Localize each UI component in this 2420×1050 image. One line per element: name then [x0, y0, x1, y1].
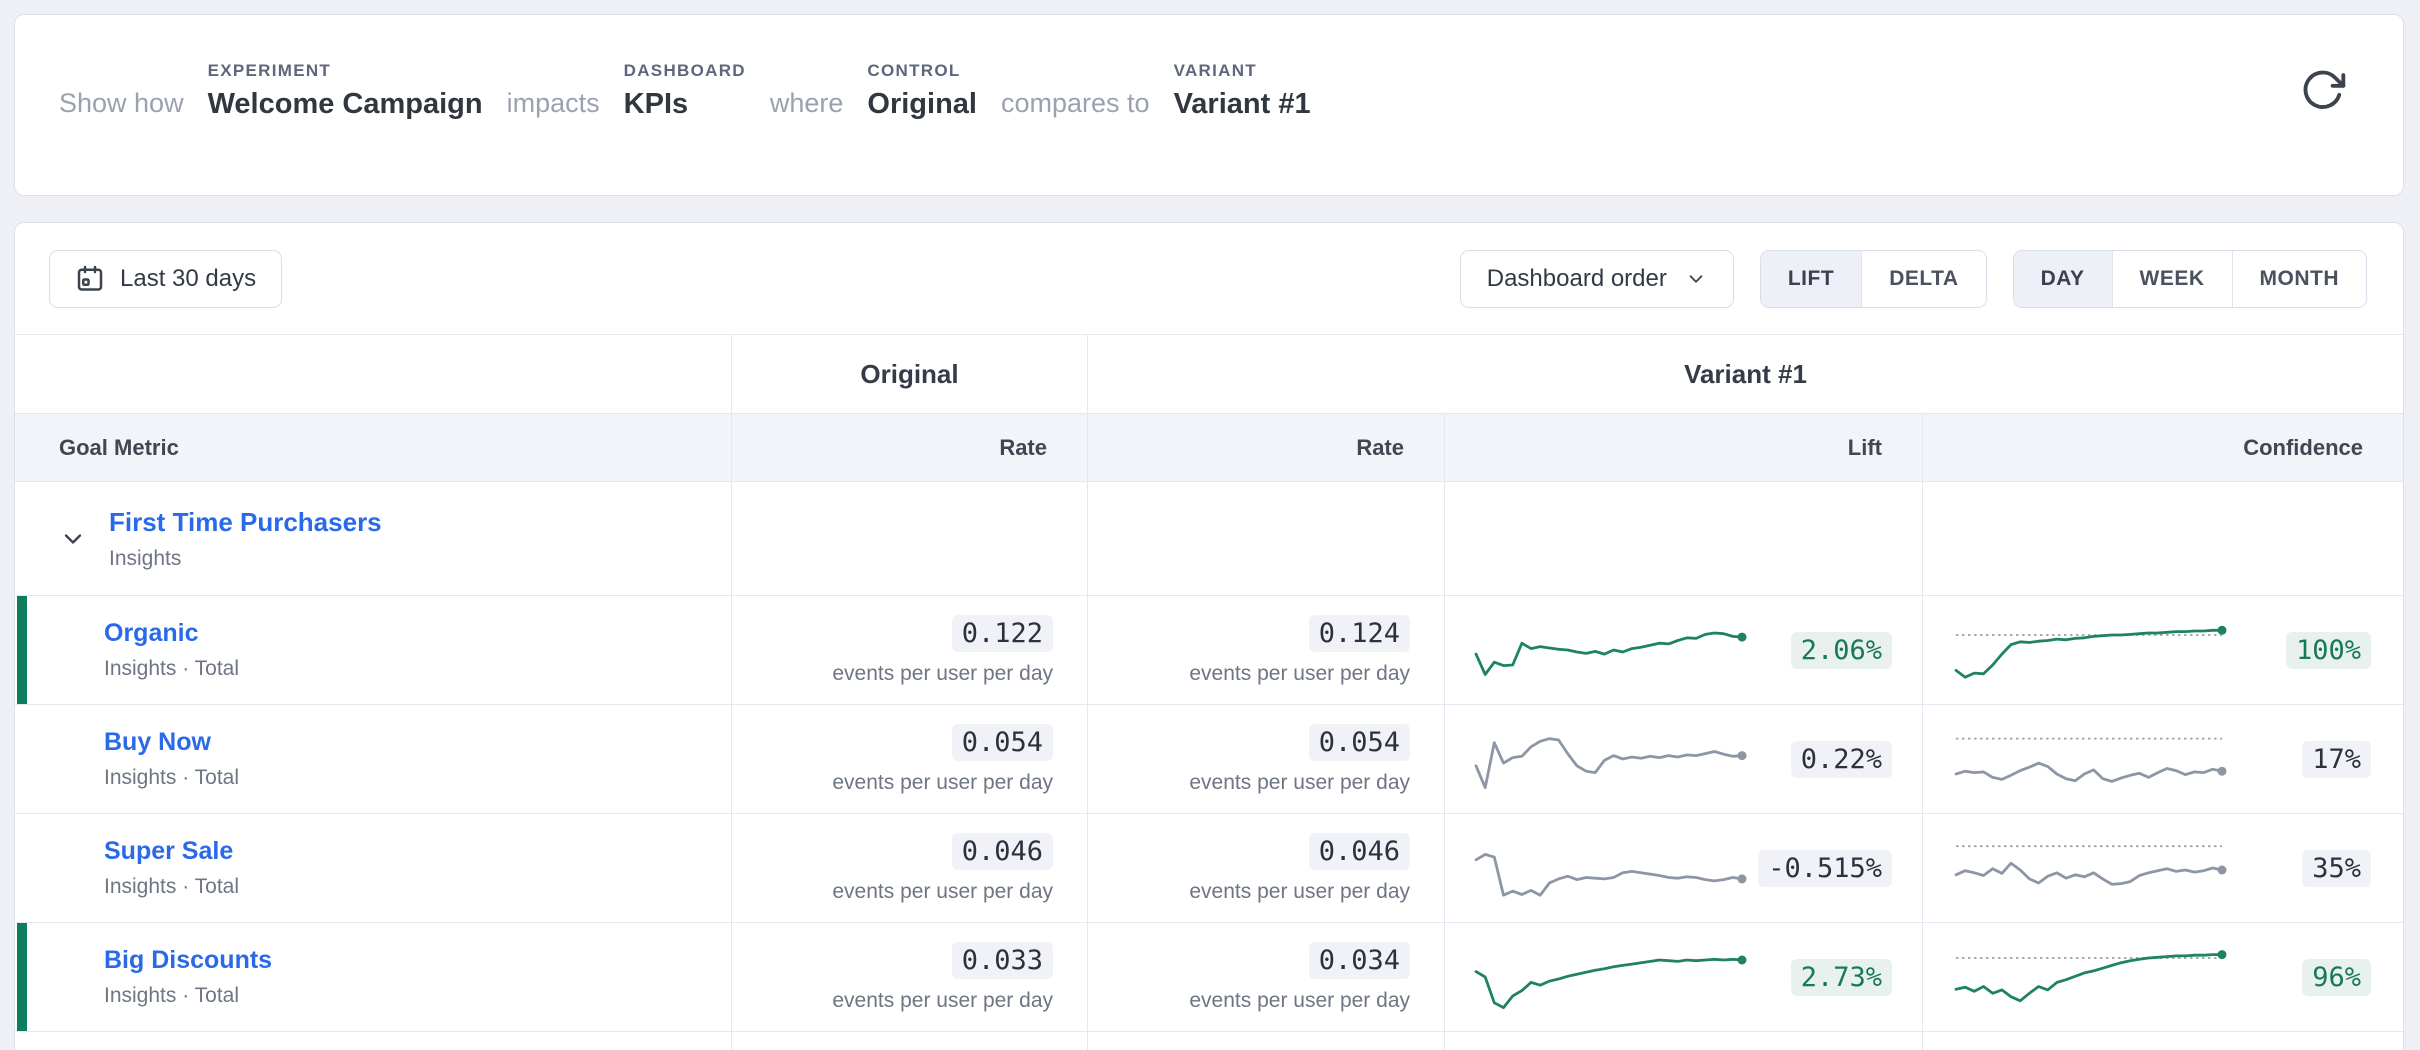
toggle-option-week[interactable]: WEEK [2112, 251, 2232, 307]
confidence-sparkline [1951, 720, 2227, 798]
variant-term-label: VARIANT [1174, 61, 1311, 81]
experiment-term[interactable]: EXPERIMENT Welcome Campaign [208, 61, 483, 121]
rate-unit: events per user per day [1189, 880, 1410, 904]
dashboard-term-value[interactable]: KPIs [624, 88, 746, 121]
lift-sparkline [1471, 720, 1747, 798]
experiment-sentence: Show how EXPERIMENT Welcome Campaign imp… [15, 15, 2403, 121]
report-card: Last 30 days Dashboard order LIFT DELTA … [14, 222, 2404, 1050]
confidence-sparkline [1951, 829, 2227, 907]
metric-subtitle: Insights · Total [104, 984, 731, 1008]
date-range-button[interactable]: Last 30 days [49, 250, 282, 308]
variant-rate-header: Rate [1088, 414, 1445, 481]
variant-column-header: Variant #1 [1088, 335, 2403, 413]
significance-highlight-bar [17, 923, 27, 1031]
variant-term-value[interactable]: Variant #1 [1174, 88, 1311, 121]
sentence-connector: Show how [59, 88, 184, 121]
confidence-header: Confidence [1923, 414, 2403, 481]
refresh-icon [2300, 67, 2346, 113]
metrics-table: Original Variant #1 Goal Metric Rate Rat… [15, 334, 2403, 1050]
confidence-sparkline [1951, 611, 2227, 689]
calendar-icon [75, 264, 105, 294]
metric-link[interactable]: Organic [104, 619, 198, 648]
significance-highlight-bar [17, 596, 27, 704]
metric-subtitle: Insights · Total [104, 766, 731, 790]
variant-rate-value: 0.054 [1309, 724, 1410, 761]
metric-subtitle: Insights · Total [104, 875, 731, 899]
lift-sparkline [1471, 829, 1747, 907]
metric-link[interactable]: Buy Now [104, 728, 211, 757]
lift-sparkline [1471, 611, 1747, 689]
control-rate-value: 0.122 [952, 615, 1053, 652]
report-toolbar: Last 30 days Dashboard order LIFT DELTA … [15, 223, 2403, 334]
rate-unit: events per user per day [832, 880, 1053, 904]
group-metric-subtitle: Insights [109, 547, 382, 571]
metric-group-row: First Time Purchasers Insights [15, 482, 2403, 596]
variant-header-spacer [15, 335, 732, 413]
toggle-option-month[interactable]: MONTH [2232, 251, 2367, 307]
chevron-down-icon [1685, 268, 1707, 290]
variant-header-row: Original Variant #1 [15, 335, 2403, 414]
control-rate-value: 0.054 [952, 724, 1053, 761]
rate-unit: events per user per day [832, 989, 1053, 1013]
column-header-row: Goal Metric Rate Rate Lift Confidence [15, 414, 2403, 482]
experiment-term-value[interactable]: Welcome Campaign [208, 88, 483, 121]
dashboard-order-select[interactable]: Dashboard order [1460, 250, 1734, 308]
sentence-connector: impacts [507, 88, 600, 121]
lift-value: 0.22% [1791, 741, 1892, 778]
goal-metric-header: Goal Metric [15, 414, 732, 481]
metric-link[interactable]: Big Discounts [104, 946, 272, 975]
lift-value: 2.06% [1791, 632, 1892, 669]
control-term-label: CONTROL [867, 61, 977, 81]
experiment-term-label: EXPERIMENT [208, 61, 483, 81]
variant-term[interactable]: VARIANT Variant #1 [1174, 61, 1311, 121]
lift-value: 2.73% [1791, 959, 1892, 996]
metric-link[interactable]: Super Sale [104, 837, 233, 866]
sentence-connector: where [770, 88, 844, 121]
control-term-value[interactable]: Original [867, 88, 977, 121]
date-range-label: Last 30 days [120, 265, 256, 293]
variant-rate-value: 0.034 [1309, 942, 1410, 979]
control-term[interactable]: CONTROL Original [867, 61, 977, 121]
confidence-sparkline [1951, 938, 2227, 1016]
lift-value: -0.515% [1758, 850, 1892, 887]
table-row-buy-now: Buy Now Insights · Total 0.054 events pe… [15, 705, 2403, 814]
rate-unit: events per user per day [1189, 771, 1410, 795]
table-row-partial [15, 1032, 2403, 1050]
dashboard-term[interactable]: DASHBOARD KPIs [624, 61, 746, 121]
group-metric-link[interactable]: First Time Purchasers [109, 507, 382, 538]
lift-header: Lift [1445, 414, 1923, 481]
control-rate-value: 0.033 [952, 942, 1053, 979]
sentence-connector: compares to [1001, 88, 1150, 121]
rate-unit: events per user per day [1189, 989, 1410, 1013]
lift-delta-toggle: LIFT DELTA [1760, 250, 1987, 308]
confidence-value: 35% [2302, 850, 2371, 887]
toggle-option-delta[interactable]: DELTA [1861, 251, 1985, 307]
variant-rate-value: 0.124 [1309, 615, 1410, 652]
experiment-summary-card: Show how EXPERIMENT Welcome Campaign imp… [14, 14, 2404, 196]
collapse-chevron-icon[interactable] [59, 525, 87, 553]
dashboard-term-label: DASHBOARD [624, 61, 746, 81]
control-rate-header: Rate [732, 414, 1088, 481]
confidence-value: 100% [2286, 632, 2371, 669]
toolbar-right-controls: Dashboard order LIFT DELTA DAY WEEK MONT… [1460, 250, 2367, 308]
rate-unit: events per user per day [832, 771, 1053, 795]
table-row-organic: Organic Insights · Total 0.122 events pe… [15, 596, 2403, 705]
metric-subtitle: Insights · Total [104, 657, 731, 681]
toggle-option-lift[interactable]: LIFT [1761, 251, 1861, 307]
dashboard-order-label: Dashboard order [1487, 265, 1667, 293]
control-rate-value: 0.046 [952, 833, 1053, 870]
confidence-value: 17% [2302, 741, 2371, 778]
rate-unit: events per user per day [1189, 662, 1410, 686]
toggle-option-day[interactable]: DAY [2014, 251, 2112, 307]
table-row-super-sale: Super Sale Insights · Total 0.046 events… [15, 814, 2403, 923]
lift-sparkline [1471, 938, 1747, 1016]
rate-unit: events per user per day [832, 662, 1053, 686]
variant-rate-value: 0.046 [1309, 833, 1410, 870]
granularity-toggle: DAY WEEK MONTH [2013, 250, 2367, 308]
control-column-header: Original [732, 335, 1088, 413]
refresh-button[interactable] [2299, 67, 2347, 115]
confidence-value: 96% [2302, 959, 2371, 996]
table-row-big-discounts: Big Discounts Insights · Total 0.033 eve… [15, 923, 2403, 1032]
